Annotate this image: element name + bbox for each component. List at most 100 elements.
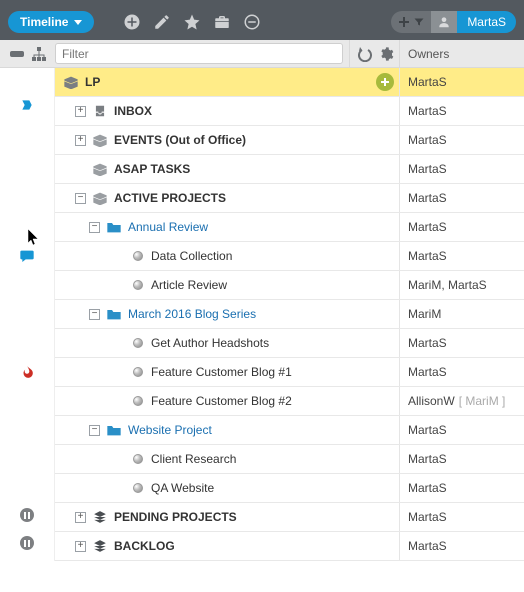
task-bullet-icon [133,483,143,493]
owner-cell[interactable]: MartaS [399,532,524,560]
tree-row[interactable]: Get Author Headshots MartaS [55,329,524,358]
tree-row[interactable]: − Annual Review MartaS [55,213,524,242]
row-label: ASAP TASKS [114,162,190,176]
tree-row[interactable]: − Website Project MartaS [55,416,524,445]
bookmark-icon[interactable] [0,98,54,112]
tree-row[interactable]: + EVENTS (Out of Office) MartaS [55,126,524,155]
owner-cell[interactable]: MartaS [399,474,524,502]
expand-toggle[interactable]: + [75,135,86,146]
row-label: Annual Review [128,220,208,234]
undo-icon[interactable] [356,46,372,62]
row-label: Data Collection [151,249,232,263]
tree-row[interactable]: + BACKLOG MartaS [55,532,524,561]
stack-icon [92,510,108,524]
owner-cell[interactable]: MariM, MartaS [399,271,524,299]
expand-toggle[interactable]: + [75,541,86,552]
owner-cell[interactable]: MartaS [399,68,524,96]
collapse-icon[interactable] [9,46,25,62]
tree-row[interactable]: + INBOX MartaS [55,97,524,126]
user-filter-pill[interactable]: MartaS [391,11,516,33]
owner-cell[interactable]: MartaS [399,184,524,212]
tree-row[interactable]: Data Collection MartaS [55,242,524,271]
owner-cell[interactable]: MartaS [399,416,524,444]
package-icon [92,162,108,176]
user-name-pill[interactable]: MartaS [457,11,516,33]
owner-cell[interactable]: MartaS [399,126,524,154]
expand-toggle[interactable]: + [75,106,86,117]
briefcase-icon[interactable] [208,8,236,36]
row-label: Article Review [151,278,227,292]
row-label: INBOX [114,104,152,118]
tree-row[interactable]: − March 2016 Blog Series MariM [55,300,524,329]
folder-icon [106,423,122,437]
package-icon [63,75,79,89]
user-icon[interactable] [431,11,457,33]
main-toolbar: Timeline MartaS [0,4,524,40]
owner-cell[interactable]: MartaS [399,213,524,241]
timeline-dropdown[interactable]: Timeline [8,11,94,33]
row-label: March 2016 Blog Series [128,307,256,321]
owners-column-header[interactable]: Owners [399,40,524,67]
owner-cell[interactable]: MartaS [399,503,524,531]
stack-icon [92,539,108,553]
owner-cell[interactable]: MartaS [399,155,524,183]
tree-row[interactable]: − ACTIVE PROJECTS MartaS [55,184,524,213]
edit-icon[interactable] [148,8,176,36]
collapse-toggle[interactable]: − [75,193,86,204]
owner-cell[interactable]: MartaS [399,329,524,357]
folder-icon [106,220,122,234]
add-item-button[interactable] [376,73,394,91]
folder-icon [106,307,122,321]
row-label: Feature Customer Blog #2 [151,394,292,408]
tree-row[interactable]: ASAP TASKS MartaS [55,155,524,184]
tree-row[interactable]: Article Review MariM, MartaS [55,271,524,300]
owner-cell[interactable]: MartaS [399,445,524,473]
comment-icon[interactable] [0,248,54,264]
tree-row[interactable]: + PENDING PROJECTS MartaS [55,503,524,532]
row-label: ACTIVE PROJECTS [114,191,226,205]
row-label: LP [85,75,100,89]
timeline-label: Timeline [20,15,68,29]
inbox-icon [92,104,108,118]
tree-row-root[interactable]: LP MartaS [55,68,524,97]
pause-icon[interactable] [0,508,54,522]
add-icon[interactable] [118,8,146,36]
tree-row[interactable]: QA Website MartaS [55,474,524,503]
owner-cell[interactable]: MariM [399,300,524,328]
row-label: Feature Customer Blog #1 [151,365,292,379]
row-label: BACKLOG [114,539,175,553]
task-bullet-icon [133,396,143,406]
row-label: EVENTS (Out of Office) [114,133,246,147]
row-label: Website Project [128,423,212,437]
gear-icon[interactable] [378,46,394,62]
fire-icon[interactable] [0,364,54,380]
task-bullet-icon [133,454,143,464]
row-label: PENDING PROJECTS [114,510,237,524]
row-label: QA Website [151,481,214,495]
filter-input[interactable] [55,43,343,64]
hierarchy-icon[interactable] [31,46,47,62]
tree-row[interactable]: Feature Customer Blog #1 MartaS [55,358,524,387]
task-bullet-icon [133,367,143,377]
owner-cell[interactable]: MartaS [399,242,524,270]
pause-icon[interactable] [0,536,54,550]
package-icon [92,133,108,147]
package-icon [92,191,108,205]
caret-down-icon [74,20,82,25]
tree-row[interactable]: Feature Customer Blog #2 AllisonW [ Mari… [55,387,524,416]
star-icon[interactable] [178,8,206,36]
row-label: Get Author Headshots [151,336,269,350]
expand-toggle[interactable]: + [75,512,86,523]
collapse-toggle[interactable]: − [89,309,100,320]
tree-row[interactable]: Client Research MartaS [55,445,524,474]
sub-toolbar: Owners [0,40,524,68]
owner-cell[interactable]: MartaS [399,97,524,125]
collapse-toggle[interactable]: − [89,425,100,436]
owner-cell[interactable]: AllisonW [ MariM ] [399,387,524,415]
owner-cell[interactable]: MartaS [399,358,524,386]
remove-icon[interactable] [238,8,266,36]
task-bullet-icon [133,280,143,290]
row-label: Client Research [151,452,236,466]
collapse-toggle[interactable]: − [89,222,100,233]
add-filter-button[interactable] [391,11,431,33]
